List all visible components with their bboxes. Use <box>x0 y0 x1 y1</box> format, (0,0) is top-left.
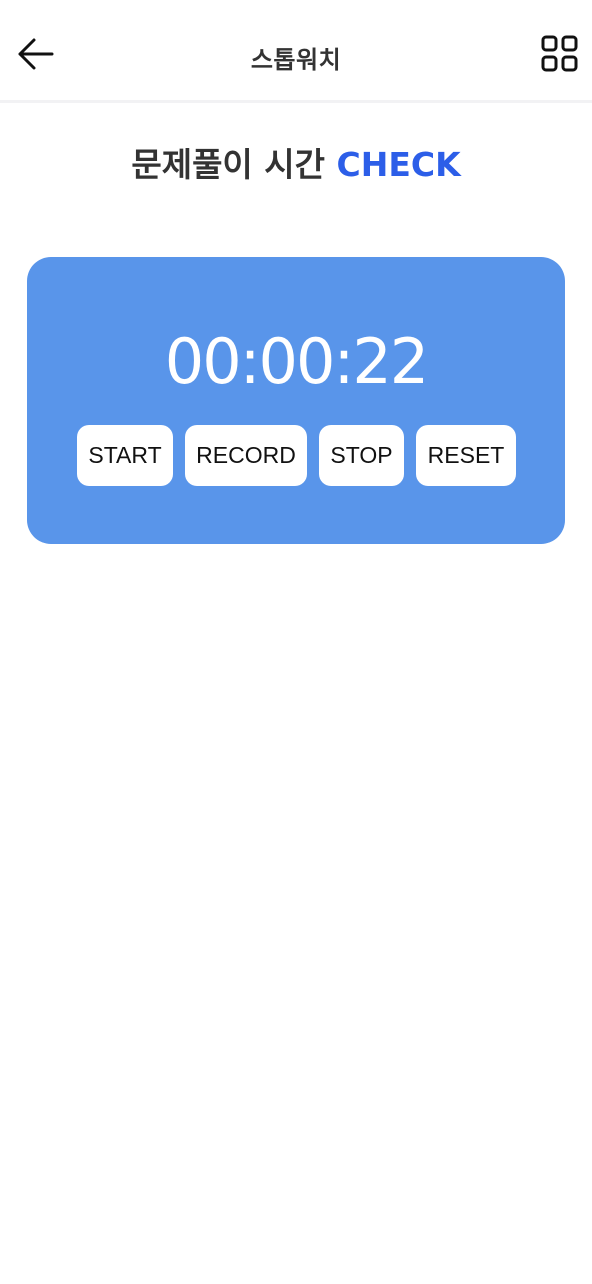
record-button[interactable]: RECORD <box>185 425 307 486</box>
timer-display: 00:00:22 <box>164 325 429 398</box>
timer-card <box>27 257 565 544</box>
headline-text: 문제풀이 시간 <box>131 145 337 184</box>
menu-button[interactable] <box>538 32 582 76</box>
reset-button[interactable]: RESET <box>416 425 516 486</box>
app-header: 스톱워치 <box>0 0 592 103</box>
stopwatch-screen: 스톱워치 문제풀이 시간 CHECK 00:00:22 START RECORD… <box>0 0 592 1284</box>
headline-accent: CHECK <box>336 145 461 184</box>
stop-button[interactable]: STOP <box>319 425 404 486</box>
headline: 문제풀이 시간 CHECK <box>0 138 592 186</box>
grid-four-squares-icon <box>541 35 578 72</box>
page-title: 스톱워치 <box>250 46 342 74</box>
start-button[interactable]: START <box>77 425 173 486</box>
